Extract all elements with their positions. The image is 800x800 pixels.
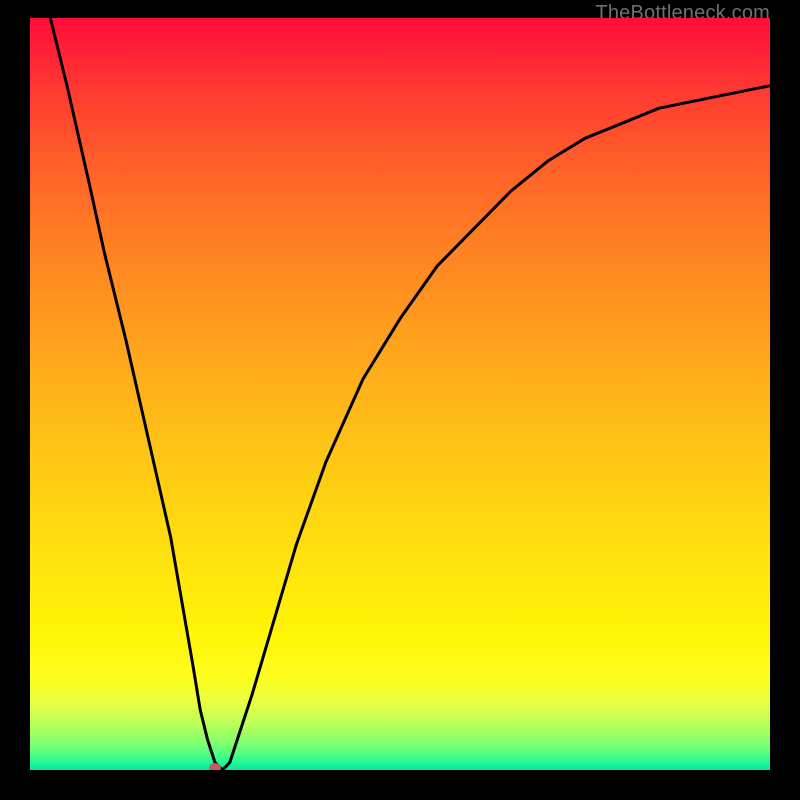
minimum-marker	[209, 763, 221, 770]
chart-frame: TheBottleneck.com	[0, 0, 800, 800]
curve-svg	[30, 18, 770, 770]
plot-area	[30, 18, 770, 770]
bottleneck-curve	[30, 18, 770, 770]
